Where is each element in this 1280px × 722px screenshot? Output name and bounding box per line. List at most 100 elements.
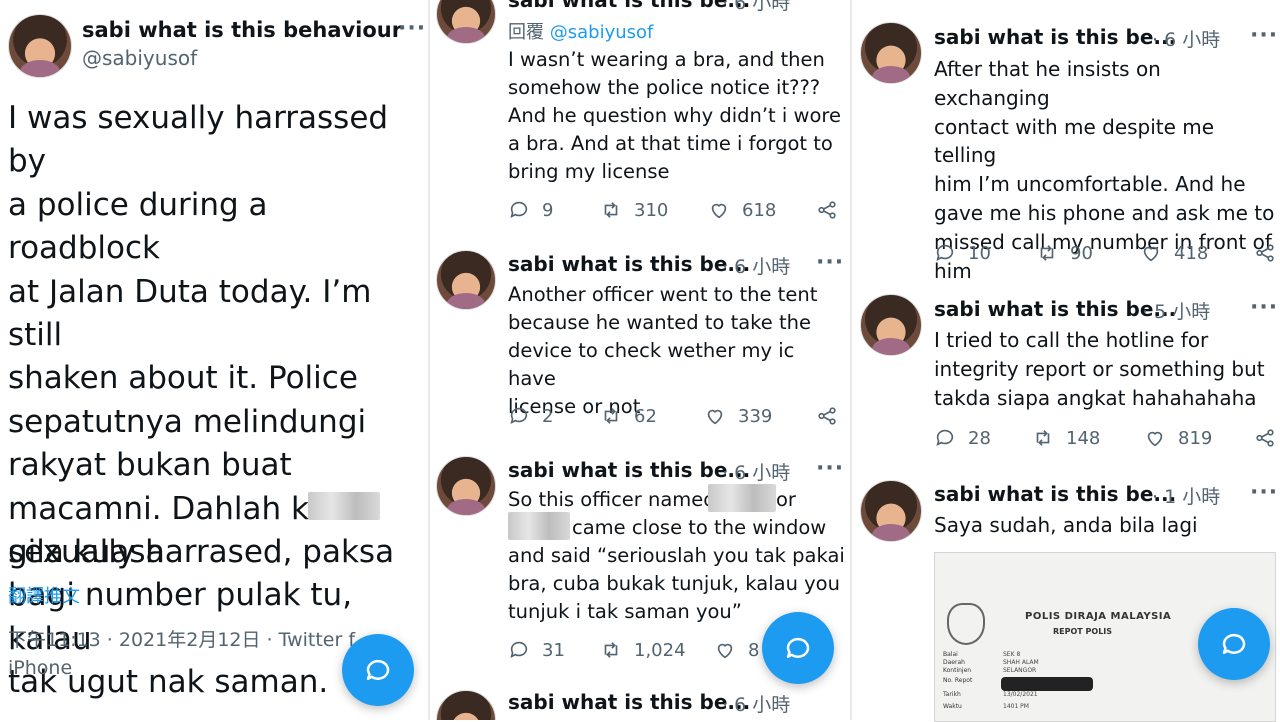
tweet-actions: 9 310 618	[508, 199, 848, 225]
compose-reply-icon	[1222, 633, 1246, 654]
share-icon	[818, 201, 836, 219]
translate-tweet-link[interactable]: 翻譯推文	[8, 582, 80, 608]
tweet-timestamp[interactable]: 下午11:13 · 2021年2月12日 · Twitter f	[8, 626, 355, 654]
tweet-text: I wasn’t wearing a bra, and then somehow…	[508, 48, 841, 183]
tweet-time[interactable]: · 6 小時	[722, 690, 790, 717]
tweet-source[interactable]: iPhone	[8, 654, 72, 682]
reply-to-label: 回覆 @sabiyusof	[508, 18, 653, 44]
display-name[interactable]: sabi what is this be...	[508, 458, 750, 482]
avatar[interactable]	[436, 456, 496, 516]
reply-count: 10	[968, 242, 991, 264]
tweet-time[interactable]: · 6 小時	[722, 458, 790, 485]
more-options-icon[interactable]: ···	[1250, 480, 1278, 505]
display-name[interactable]: sabi what is this be...	[508, 252, 750, 276]
more-options-icon[interactable]: ···	[816, 456, 844, 481]
heart-icon	[707, 409, 723, 425]
share-button[interactable]	[1254, 242, 1276, 264]
avatar[interactable]	[436, 250, 496, 310]
retweet-button[interactable]: 1,024	[600, 639, 686, 661]
display-name[interactable]: sabi what is this behaviour	[82, 18, 402, 42]
like-count: 339	[738, 405, 773, 427]
retweet-icon	[604, 642, 618, 658]
compose-reply-button[interactable]	[342, 634, 414, 706]
report-field-value: SHAH ALAM	[1003, 659, 1039, 666]
more-options-icon[interactable]: ···	[1250, 295, 1278, 320]
redacted-text	[308, 492, 380, 520]
report-subtitle: REPOT POLIS	[1053, 627, 1113, 636]
retweet-button[interactable]: 310	[600, 199, 668, 221]
more-options-icon[interactable]: ···	[1250, 23, 1278, 48]
like-count: 8	[748, 639, 760, 661]
display-name[interactable]: sabi what is this be...	[934, 482, 1176, 506]
reply-button[interactable]: 28	[934, 427, 991, 449]
report-field-value: SEK 8	[1003, 651, 1021, 658]
reply-thread-panel-middle: sabi what is this be... · 6 小時 ··· 回覆 @s…	[430, 0, 850, 720]
report-field-label: Tarikh	[943, 691, 961, 698]
retweet-button[interactable]: 90	[1036, 242, 1093, 264]
reply-count: 2	[542, 405, 554, 427]
display-name[interactable]: sabi what is this be...	[934, 25, 1176, 49]
tweet-actions: 10 90 418	[934, 242, 1278, 268]
redacted-name	[508, 512, 570, 540]
reply-button[interactable]: 9	[508, 199, 553, 221]
report-field-label: No. Repot	[943, 677, 973, 684]
retweet-icon	[1036, 430, 1050, 446]
reply-prefix: 回覆	[508, 22, 544, 43]
share-button[interactable]	[1254, 427, 1276, 449]
share-button[interactable]	[816, 199, 838, 221]
display-name[interactable]: sabi what is this be...	[508, 0, 750, 12]
compose-reply-icon	[366, 659, 390, 680]
tweet-time[interactable]: · 6 小時	[722, 252, 790, 279]
report-field-label: Kontinjen	[943, 667, 972, 674]
retweet-count: 90	[1070, 242, 1093, 264]
avatar[interactable]	[860, 294, 922, 356]
retweet-button[interactable]: 62	[600, 405, 657, 427]
reply-button[interactable]: 10	[934, 242, 991, 264]
like-button[interactable]: 418	[1140, 242, 1208, 264]
display-name[interactable]: sabi what is this be...	[508, 690, 750, 714]
tweet-actions: 2 62 339	[508, 405, 848, 431]
like-button[interactable]: 819	[1144, 427, 1212, 449]
retweet-button[interactable]: 148	[1032, 427, 1100, 449]
heart-icon	[1147, 431, 1163, 447]
reply-icon	[936, 244, 954, 261]
retweet-icon	[1040, 245, 1054, 261]
tweet-time[interactable]: · 1 小時	[1152, 482, 1220, 509]
reply-button[interactable]: 31	[508, 639, 565, 661]
tweet-time[interactable]: · 6 小時	[722, 0, 790, 15]
avatar[interactable]	[436, 690, 496, 720]
tweet-text-end: gila kuasa	[8, 534, 165, 570]
compose-reply-button[interactable]	[1198, 608, 1270, 680]
reply-to-handle[interactable]: @sabiyusof	[550, 22, 654, 43]
share-icon	[818, 407, 836, 425]
more-options-icon[interactable]: ···	[398, 16, 426, 41]
avatar[interactable]	[8, 14, 72, 78]
more-options-icon[interactable]: ···	[816, 0, 844, 11]
tweet-actions: 28 148 819	[934, 427, 1278, 453]
like-button[interactable]: 618	[708, 199, 776, 221]
like-button[interactable]: 339	[704, 405, 772, 427]
like-count: 418	[1174, 242, 1209, 264]
compose-reply-icon	[786, 637, 810, 658]
retweet-count: 62	[634, 405, 657, 427]
avatar[interactable]	[436, 0, 496, 44]
reply-button[interactable]: 2	[508, 405, 553, 427]
more-options-icon[interactable]: ···	[816, 250, 844, 275]
tweet-time[interactable]: · 5 小時	[1142, 297, 1210, 324]
reply-count: 9	[542, 199, 554, 221]
avatar[interactable]	[860, 22, 922, 84]
tweet-text-part-c: came close to the window	[572, 516, 827, 539]
user-handle[interactable]: @sabiyusof	[82, 46, 197, 70]
tweet-time[interactable]: · 6 小時	[1152, 25, 1220, 52]
share-button[interactable]	[816, 405, 838, 427]
main-tweet-panel: sabi what is this behaviour @sabiyusof ·…	[0, 0, 428, 720]
display-name[interactable]: sabi what is this be...	[934, 297, 1176, 321]
report-field-value: 1401 PM	[1003, 703, 1029, 710]
avatar[interactable]	[860, 480, 922, 542]
compose-reply-button[interactable]	[762, 612, 834, 684]
like-button[interactable]: 8	[714, 639, 759, 661]
report-title: POLIS DIRAJA MALAYSIA	[1025, 611, 1172, 622]
tweet-text-part-a: So this officer named	[508, 488, 716, 511]
reply-icon	[510, 407, 528, 424]
tweet-text: Another officer went to the tent because…	[508, 283, 818, 418]
